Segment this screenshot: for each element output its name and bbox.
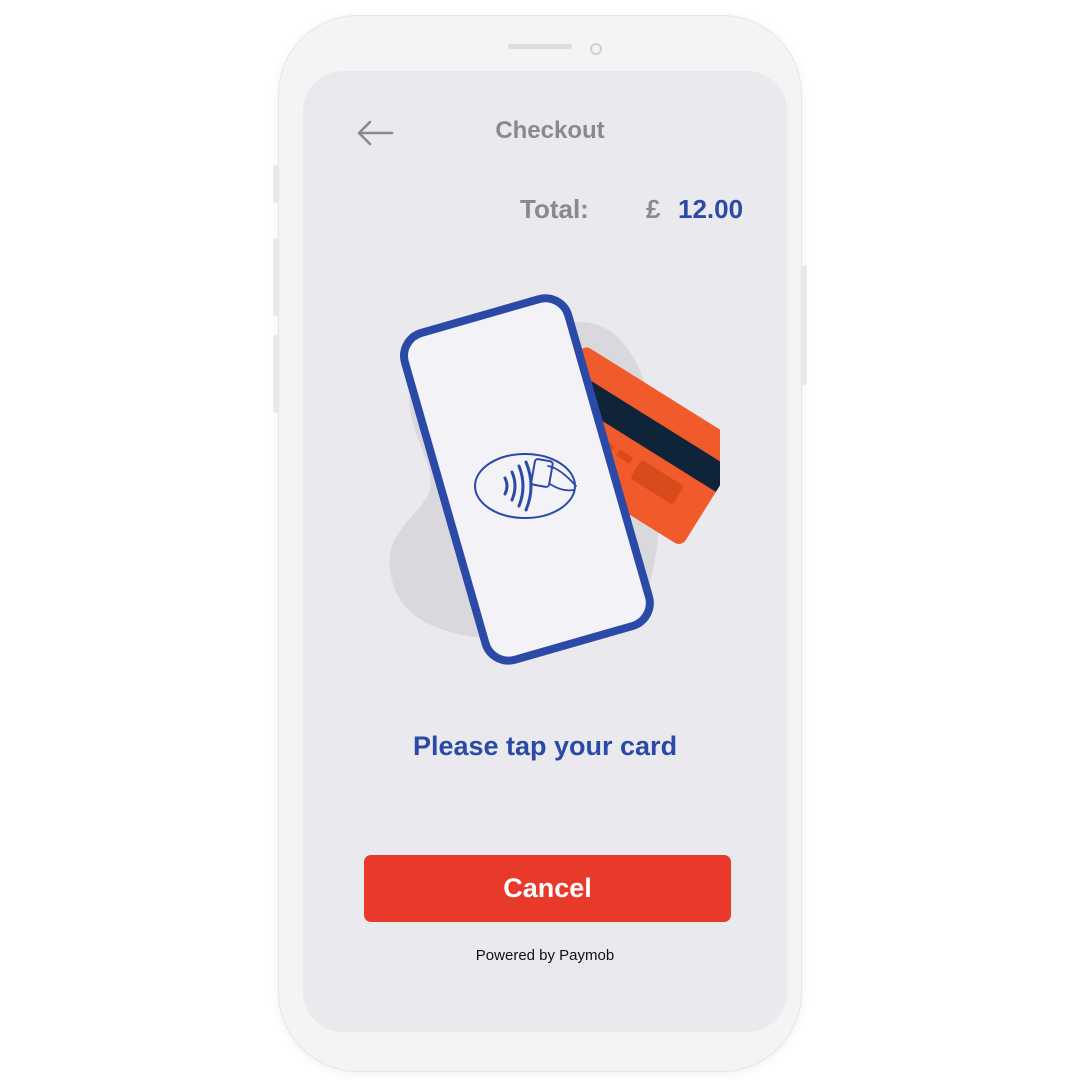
back-button[interactable]	[356, 118, 394, 148]
cancel-button[interactable]: Cancel	[364, 855, 731, 922]
phone-power-button	[802, 265, 807, 385]
powered-by-footer: Powered by Paymob	[475, 947, 615, 964]
phone-side-button	[273, 165, 278, 203]
total-currency: £	[646, 194, 661, 224]
total-label: Total:	[520, 194, 589, 224]
phone-speaker	[508, 44, 572, 49]
total-amount: 12.00	[678, 194, 744, 224]
arrow-left-icon	[357, 120, 394, 146]
tap-card-prompt: Please tap your card	[412, 731, 678, 761]
phone-volume-down-button	[273, 335, 278, 413]
page-title: Checkout	[495, 117, 605, 144]
phone-volume-up-button	[273, 238, 278, 316]
phone-camera	[590, 43, 602, 55]
tap-card-illustration	[389, 294, 720, 665]
